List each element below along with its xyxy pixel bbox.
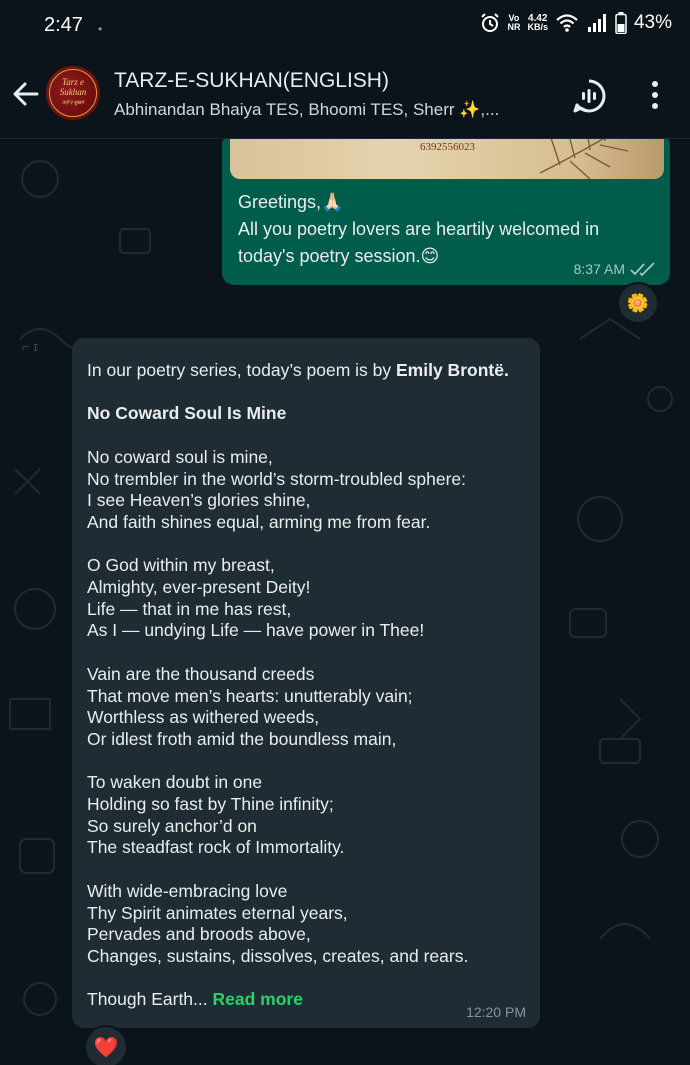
heart-reaction[interactable]: ❤️ [84,1025,128,1065]
alarm-icon [481,13,500,32]
chat-area[interactable]: 6392556023 Greetings,🙏🏻 All you poetry l… [0,139,690,1065]
back-arrow-icon[interactable] [10,78,42,110]
poem-stanza-2: O God within my breast, Almighty, ever-p… [87,555,425,641]
message-time: 12:20 PM [466,1004,526,1020]
message-reaction[interactable]: 🌼 [617,282,659,324]
truncated-text: Though Earth... [87,989,213,1010]
poem-stanza-1: No coward soul is mine, No trembler in t… [87,446,467,532]
image-phone-number: 6392556023 [420,141,475,153]
outgoing-message-text: Greetings,🙏🏻 All you poetry lovers are h… [238,192,600,266]
message-time: 8:37 AM [573,261,625,277]
signal-icon [587,14,606,32]
poem-stanza-3: Vain are the thousand creeds That move m… [87,663,413,749]
message-meta: 8:37 AM [574,261,656,277]
poem-author: Emily Brontë. [396,360,509,380]
group-members[interactable]: Abhinandan Bhaiya TES, Bhoomi TES, Sherr… [114,100,499,120]
poem-stanza-4: To waken doubt in one Holding so fast by… [87,772,345,858]
wifi-icon [556,14,578,32]
group-avatar[interactable]: Tarz e Sukhan तर्ज़ ए सुख़न [46,66,100,120]
battery-percentage: 43% [633,12,672,33]
notification-dot: • [98,22,103,36]
group-call-icon[interactable] [570,77,608,115]
volte-indicator: Vo NR [507,13,521,32]
group-title[interactable]: TARZ-E-SUKHAN(ENGLISH) [114,69,389,93]
poem-title: No Coward Soul Is Mine [87,403,287,424]
outgoing-message[interactable]: 6392556023 Greetings,🙏🏻 All you poetry l… [222,139,670,285]
poem-stanza-5: With wide-embracing love Thy Spirit anim… [87,880,469,966]
status-bar: 2:47 • Vo NR 4.42 KB/s 43% [0,0,690,50]
incoming-message[interactable]: In our poetry series, today’s poem is by… [72,338,540,1028]
network-speed: 4.42 KB/s [527,13,548,32]
incoming-message-text: In our poetry series, today’s poem is by… [87,360,509,1010]
battery-icon [615,12,627,34]
status-time: 2:47 [44,14,83,36]
status-icons: Vo NR 4.42 KB/s 43% [480,12,672,34]
double-check-icon [630,262,655,277]
chat-header: Tarz e Sukhan तर्ज़ ए सुख़न TARZ-E-SUKHA… [0,50,690,139]
feather-graphic [539,139,629,179]
message-image[interactable]: 6392556023 [230,139,664,179]
more-options-icon[interactable] [640,78,670,112]
read-more-link[interactable]: Read more [213,989,303,1009]
